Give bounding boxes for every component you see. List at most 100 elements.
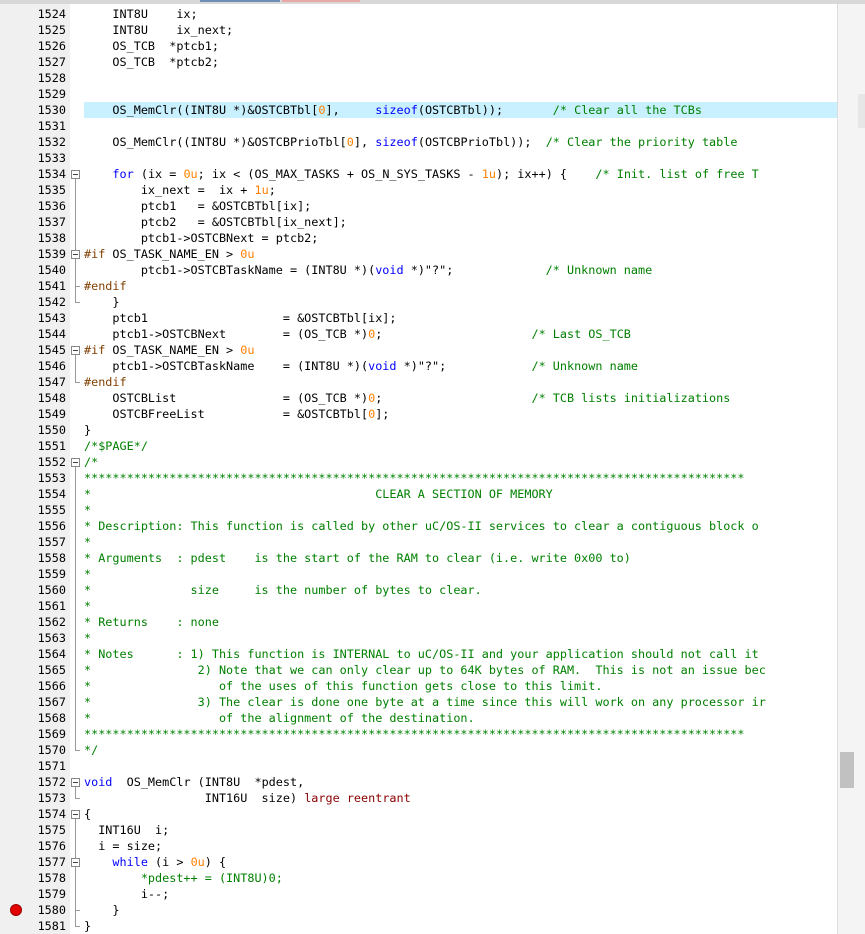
- code-text[interactable]: ptcb1 = &OSTCBTbl[ix];: [84, 310, 396, 326]
- code-line[interactable]: 1535 ix_next = ix + 1u;: [0, 182, 838, 198]
- code-text[interactable]: #if OS_TASK_NAME_EN > 0u: [84, 342, 254, 358]
- code-line[interactable]: 1538 ptcb1->OSTCBNext = ptcb2;: [0, 230, 838, 246]
- code-text[interactable]: void OS_MemClr (INT8U *pdest,: [84, 774, 304, 790]
- code-text[interactable]: * Description: This function is called b…: [84, 518, 759, 534]
- code-line[interactable]: 1569 ************************************…: [0, 726, 838, 742]
- fold-toggle[interactable]: [71, 458, 80, 467]
- code-text[interactable]: *pdest++ = (INT8U)0;: [84, 870, 283, 886]
- code-text[interactable]: *: [84, 566, 91, 582]
- code-text[interactable]: #endif: [84, 374, 127, 390]
- code-text[interactable]: * size is the number of bytes to clear.: [84, 582, 482, 598]
- code-line[interactable]: 1553 ************************************…: [0, 470, 838, 486]
- code-line[interactable]: 1571: [0, 758, 838, 774]
- code-line[interactable]: 1528: [0, 70, 838, 86]
- code-line[interactable]: 1550}: [0, 422, 838, 438]
- code-line[interactable]: 1527 OS_TCB *ptcb2;: [0, 54, 838, 70]
- code-line[interactable]: 1549 OSTCBFreeList = &OSTCBTbl[0];: [0, 406, 838, 422]
- fold-toggle[interactable]: [71, 858, 80, 867]
- code-text[interactable]: while (i > 0u) {: [84, 854, 226, 870]
- code-line[interactable]: 1542 }: [0, 294, 838, 310]
- breakpoint-marker[interactable]: [10, 904, 22, 916]
- code-line[interactable]: 1530 OS_MemClr((INT8U *)&OSTCBTbl[0], si…: [0, 102, 838, 118]
- code-text[interactable]: #endif: [84, 278, 127, 294]
- code-text[interactable]: OS_MemClr((INT8U *)&OSTCBTbl[0], sizeof(…: [84, 102, 702, 118]
- code-text[interactable]: INT8U ix;: [84, 6, 197, 22]
- vertical-scrollbar[interactable]: [837, 4, 865, 934]
- code-text[interactable]: * Arguments : pdest is the start of the …: [84, 550, 631, 566]
- code-line[interactable]: 1578 *pdest++ = (INT8U)0;: [0, 870, 838, 886]
- fold-toggle[interactable]: [71, 346, 80, 355]
- code-line[interactable]: 1560 * size is the number of bytes to cle…: [0, 582, 838, 598]
- fold-toggle[interactable]: [71, 170, 80, 179]
- code-line[interactable]: 1545 #if OS_TASK_NAME_EN > 0u: [0, 342, 838, 358]
- code-line[interactable]: 1577 while (i > 0u) {: [0, 854, 838, 870]
- code-text[interactable]: OSTCBList = (OS_TCB *)0; /* TCB lists in…: [84, 390, 730, 406]
- code-text[interactable]: INT8U ix_next;: [84, 22, 233, 38]
- code-text[interactable]: */: [84, 742, 98, 758]
- code-line[interactable]: 1579 i--;: [0, 886, 838, 902]
- scrollbar-thumb[interactable]: [840, 752, 854, 788]
- code-line[interactable]: 1567 * 3) The clear is done one byte at a…: [0, 694, 838, 710]
- code-text[interactable]: }: [84, 294, 119, 310]
- code-line[interactable]: 1526 OS_TCB *ptcb1;: [0, 38, 838, 54]
- code-text[interactable]: * of the alignment of the destination.: [84, 710, 475, 726]
- code-line[interactable]: 1534 for (ix = 0u; ix < (OS_MAX_TASKS + …: [0, 166, 838, 182]
- code-line[interactable]: 1568 * of the alignment of the destinatio…: [0, 710, 838, 726]
- code-line[interactable]: 1547 #endif: [0, 374, 838, 390]
- code-line[interactable]: 1576 i = size;: [0, 838, 838, 854]
- code-line[interactable]: 1555 *: [0, 502, 838, 518]
- code-line[interactable]: 1565 * 2) Note that we can only clear up …: [0, 662, 838, 678]
- code-area[interactable]: 1524 INT8U ix; 1525 INT8U ix_next; 1526 OS…: [0, 0, 838, 934]
- code-text[interactable]: *: [84, 502, 91, 518]
- code-line[interactable]: 1540 ptcb1->OSTCBTaskName = (INT8U *)(vo…: [0, 262, 838, 278]
- fold-toggle[interactable]: [71, 250, 80, 259]
- code-text[interactable]: *: [84, 630, 91, 646]
- code-text[interactable]: }: [84, 422, 91, 438]
- code-line[interactable]: 1554 * CLEAR A SECTION OF MEMORY: [0, 486, 838, 502]
- code-text[interactable]: i--;: [84, 886, 169, 902]
- code-text[interactable]: #if OS_TASK_NAME_EN > 0u: [84, 246, 254, 262]
- code-line[interactable]: 1546 ptcb1->OSTCBTaskName = (INT8U *)(vo…: [0, 358, 838, 374]
- code-line[interactable]: 1536 ptcb1 = &OSTCBTbl[ix];: [0, 198, 838, 214]
- code-line[interactable]: 1524 INT8U ix;: [0, 6, 838, 22]
- code-line[interactable]: 1559 *: [0, 566, 838, 582]
- code-text[interactable]: * 2) Note that we can only clear up to 6…: [84, 662, 766, 678]
- code-text[interactable]: * 3) The clear is done one byte at a tim…: [84, 694, 766, 710]
- code-line[interactable]: 1537 ptcb2 = &OSTCBTbl[ix_next];: [0, 214, 838, 230]
- code-line[interactable]: 1552 /*: [0, 454, 838, 470]
- code-text[interactable]: *: [84, 598, 91, 614]
- code-line[interactable]: 1581}: [0, 918, 838, 934]
- code-text[interactable]: INT16U i;: [84, 822, 169, 838]
- code-line[interactable]: 1558 * Arguments : pdest is the start of …: [0, 550, 838, 566]
- code-line[interactable]: 1533: [0, 150, 838, 166]
- code-text[interactable]: ptcb1->OSTCBNext = ptcb2;: [84, 230, 319, 246]
- code-text[interactable]: ptcb1 = &OSTCBTbl[ix];: [84, 198, 311, 214]
- code-text[interactable]: *: [84, 534, 91, 550]
- code-line[interactable]: 1532 OS_MemClr((INT8U *)&OSTCBPrioTbl[0]…: [0, 134, 838, 150]
- code-text[interactable]: {: [84, 806, 91, 822]
- code-text[interactable]: ptcb1->OSTCBNext = (OS_TCB *)0; /* Last …: [84, 326, 631, 342]
- code-line[interactable]: 1563 *: [0, 630, 838, 646]
- code-text[interactable]: INT16U size) large reentrant: [84, 790, 411, 806]
- code-text[interactable]: ****************************************…: [84, 470, 745, 486]
- code-text[interactable]: ****************************************…: [84, 726, 745, 742]
- code-line[interactable]: 1548 OSTCBList = (OS_TCB *)0; /* TCB lis…: [0, 390, 838, 406]
- code-text[interactable]: * Notes : 1) This function is INTERNAL t…: [84, 646, 759, 662]
- code-text[interactable]: /*$PAGE*/: [84, 438, 148, 454]
- code-line[interactable]: 1574 {: [0, 806, 838, 822]
- code-line[interactable]: 1544 ptcb1->OSTCBNext = (OS_TCB *)0; /* …: [0, 326, 838, 342]
- code-line[interactable]: 1564 * Notes : 1) This function is INTERN…: [0, 646, 838, 662]
- code-text[interactable]: OSTCBFreeList = &OSTCBTbl[0];: [84, 406, 389, 422]
- code-text[interactable]: * CLEAR A SECTION OF MEMORY: [84, 486, 553, 502]
- code-text[interactable]: i = size;: [84, 838, 162, 854]
- code-line[interactable]: 1575 INT16U i;: [0, 822, 838, 838]
- code-line[interactable]: 1580 }: [0, 902, 838, 918]
- code-text[interactable]: OS_TCB *ptcb2;: [84, 54, 219, 70]
- code-line[interactable]: 1561 *: [0, 598, 838, 614]
- code-line[interactable]: 1531: [0, 118, 838, 134]
- code-text[interactable]: OS_TCB *ptcb1;: [84, 38, 219, 54]
- code-line[interactable]: 1557 *: [0, 534, 838, 550]
- code-line[interactable]: 1562 * Returns : none: [0, 614, 838, 630]
- code-line[interactable]: 1572 void OS_MemClr (INT8U *pdest,: [0, 774, 838, 790]
- code-text[interactable]: * Returns : none: [84, 614, 219, 630]
